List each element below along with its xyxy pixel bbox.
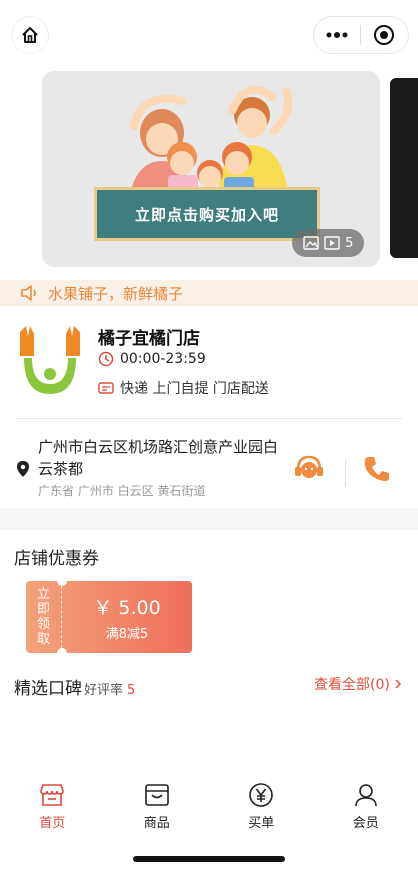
coupon-notch — [57, 648, 67, 653]
location-pin-icon — [17, 461, 29, 477]
tab-label: 买单 — [248, 816, 275, 831]
banner-cta-button[interactable]: 立即点击购买加入吧 — [94, 187, 320, 241]
section-gap — [0, 508, 418, 530]
store-delivery: 快递 上门自提 门店配送 — [98, 378, 269, 398]
home-icon — [22, 27, 38, 43]
coupon-section-title: 店铺优惠券 — [14, 549, 99, 569]
coupon-claim-char: 立 — [36, 587, 50, 602]
home-button[interactable] — [12, 17, 48, 53]
tab-label: 会员 — [352, 816, 379, 831]
store-hours: 00:00-23:59 — [98, 351, 206, 367]
reviews-rate-label: 好评率 — [84, 683, 124, 698]
customer-service-icon[interactable] — [292, 452, 326, 486]
clock-icon — [98, 351, 114, 367]
tab-pay[interactable]: 买单 — [209, 772, 314, 842]
address-text: 广州市白云区机场路汇创意产业园白云茶都 — [38, 438, 279, 478]
image-icon — [302, 236, 319, 250]
mini-program-capsule — [314, 17, 408, 53]
next-banner-peek[interactable] — [390, 78, 418, 258]
bottom-tab-bar: 首页 商品 买单 会员 — [0, 772, 418, 842]
coupon-claim-char: 领 — [36, 617, 50, 632]
view-all-reviews-link[interactable]: 查看全部(0) — [314, 674, 403, 694]
user-icon — [354, 784, 377, 807]
yen-circle-icon — [249, 783, 274, 807]
tab-goods[interactable]: 商品 — [105, 772, 210, 842]
goods-box-icon — [144, 784, 169, 806]
view-all-label: 查看全部(0) — [314, 677, 390, 693]
tab-label: 商品 — [143, 816, 170, 831]
tab-home[interactable]: 首页 — [0, 772, 105, 842]
store-info: 橘子宜橘门店 00:00-23:59 快递 上门自提 门店配送 — [0, 318, 418, 418]
chevron-right-icon — [395, 679, 401, 689]
coupon-claim-char: 取 — [36, 632, 50, 647]
delivery-truck-icon — [98, 382, 114, 394]
reviews-rate-value: 5 — [127, 683, 136, 698]
top-bar — [0, 0, 418, 70]
coupon-condition: 满8减5 — [105, 627, 149, 642]
coupon-notch — [57, 581, 67, 586]
home-indicator — [133, 856, 285, 862]
tab-member[interactable]: 会员 — [314, 772, 418, 842]
more-button[interactable] — [314, 17, 360, 53]
media-count: 5 — [345, 235, 354, 251]
speaker-icon — [21, 285, 36, 301]
store-name: 橘子宜橘门店 — [98, 329, 200, 349]
shop-icon — [40, 784, 65, 806]
target-circle-icon — [374, 25, 394, 45]
notice-bar[interactable]: 水果铺子，新鲜橘子 — [0, 280, 418, 306]
store-address[interactable]: 广州市白云区机场路汇创意产业园白云茶都 广东省 广州市 白云区 黄石街道 — [0, 424, 418, 504]
coupon-claim-char: 即 — [36, 602, 50, 617]
close-mini-program-button[interactable] — [361, 17, 407, 53]
store-delivery-text: 快递 上门自提 门店配送 — [120, 381, 269, 397]
reviews-header: 精选口碑 好评率 5 — [14, 674, 135, 699]
more-dots-icon — [326, 32, 348, 38]
store-hours-text: 00:00-23:59 — [120, 351, 206, 367]
banner-carousel[interactable]: 立即点击购买加入吧 5 — [42, 71, 380, 267]
video-icon — [324, 236, 340, 250]
address-region: 广东省 广州市 白云区 黄石街道 — [38, 484, 206, 498]
coupon-amount: ￥ 5.00 — [93, 597, 161, 619]
tab-label: 首页 — [39, 816, 66, 831]
action-divider — [345, 460, 346, 486]
section-divider — [16, 418, 402, 419]
store-logo — [20, 326, 80, 394]
media-count-badge: 5 — [292, 229, 364, 257]
coupon-claim-badge[interactable]: 立 即 领 取 — [26, 581, 62, 653]
notice-text: 水果铺子，新鲜橘子 — [48, 284, 184, 303]
reviews-title: 精选口碑 — [14, 679, 82, 699]
phone-icon[interactable] — [362, 454, 392, 484]
coupon-card[interactable]: 立 即 领 取 ￥ 5.00 满8减5 — [26, 581, 192, 653]
